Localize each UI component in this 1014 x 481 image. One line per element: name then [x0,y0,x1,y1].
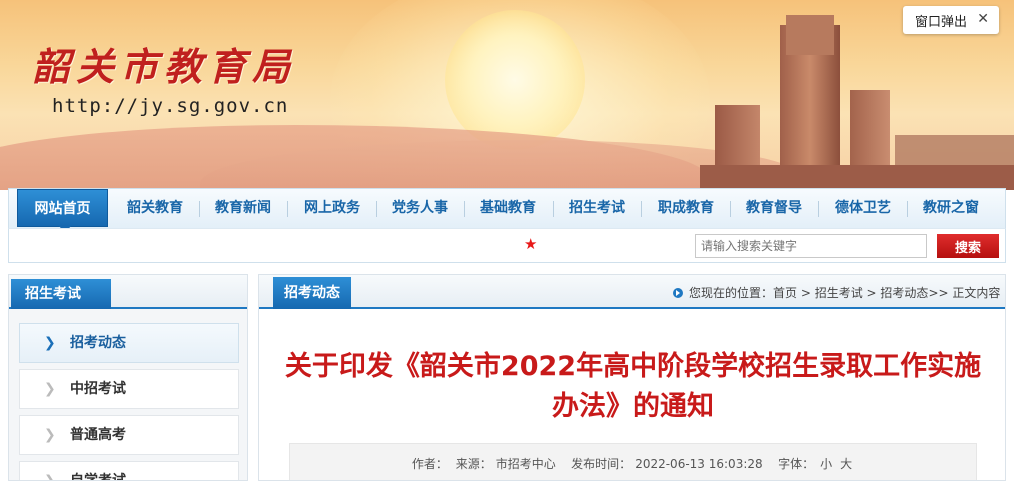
main-content: 招考动态 您现在的位置：首页 > 招生考试 > 招考动态>> 正文内容 关于印发… [258,274,1006,481]
nav-item-education-news[interactable]: 教育新闻 [202,189,284,227]
sidebar-header: 招生考试 [9,275,247,309]
close-icon[interactable]: ✕ [977,11,989,27]
nav-item-research-window[interactable]: 教研之窗 [910,189,992,227]
search-bar: ★ 搜索 [8,228,1006,263]
breadcrumb-prefix: 您现在的位置： [689,286,774,300]
chevron-right-icon: ❯ [44,427,56,443]
date-label: 发布时间： [571,457,632,471]
sidebar-item-label: 自学考试 [70,473,126,481]
search-input[interactable] [695,234,927,258]
nav-item-home[interactable]: 网站首页 [17,189,108,233]
font-large-button[interactable]: 大 [840,457,852,471]
sidebar-item-self-study-exam[interactable]: ❯ 自学考试 [19,461,239,481]
nav-item-admission-exam[interactable]: 招生考试 [556,189,638,227]
sidebar-item-label: 中招考试 [70,381,126,397]
sidebar-title: 招生考试 [11,279,111,309]
nav-item-basic-education[interactable]: 基础教育 [467,189,549,227]
nav-item-party-personnel[interactable]: 党务人事 [379,189,461,227]
nav-item-moral-sports-arts[interactable]: 德体卫艺 [822,189,904,227]
main-tab: 招考动态 [273,277,351,309]
breadcrumb-home-link[interactable]: 首页 [773,286,797,300]
chevron-right-icon: ❯ [44,473,56,481]
sidebar-item-label: 招考动态 [70,335,126,351]
sidebar-item-label: 普通高考 [70,427,126,443]
breadcrumb-news-link[interactable]: 招考动态 [880,286,928,300]
chevron-right-icon: ❯ [44,335,56,351]
main-nav: 网站首页 韶关教育 教育新闻 网上政务 党务人事 基础教育 招生考试 职成教育 … [8,188,1006,233]
sidebar: 招生考试 ❯ 招考动态 ❯ 中招考试 ❯ 普通高考 ❯ 自学考试 [8,274,248,481]
star-icon: ★ [524,235,538,253]
search-button[interactable]: 搜索 [937,234,999,258]
author-label: 作者： [411,457,448,471]
popup-window-button[interactable]: 窗口弹出 ✕ [903,6,999,34]
nav-item-education-supervision[interactable]: 教育督导 [733,189,815,227]
article-meta: 作者： 来源： 市招考中心 发布时间： 2022-06-13 16:03:28 字体… [289,443,977,480]
sidebar-item-high-school-exam[interactable]: ❯ 中招考试 [19,369,239,409]
source-value: 市招考中心 [495,457,556,471]
popup-window-label: 窗口弹出 [915,14,968,30]
nav-item-shaoguan-education[interactable]: 韶关教育 [114,189,196,227]
font-size-label: 字体： [778,457,815,471]
nav-item-vocational-education[interactable]: 职成教育 [645,189,727,227]
nav-item-online-affairs[interactable]: 网上政务 [291,189,373,227]
breadcrumb-admission-link[interactable]: 招生考试 [815,286,863,300]
sidebar-item-admission-news[interactable]: ❯ 招考动态 [19,323,239,363]
chevron-right-icon: ❯ [44,381,56,397]
breadcrumb: 您现在的位置：首页 > 招生考试 > 招考动态>> 正文内容 [673,284,1000,301]
breadcrumb-separator: >> [928,286,953,300]
site-title: 韶关市教育局 [32,44,297,89]
banner-tower-image [700,15,1014,190]
header-banner: 韶关市教育局 http://jy.sg.gov.cn [0,0,1014,190]
source-label: 来源： [455,457,492,471]
breadcrumb-current: 正文内容 [952,286,1001,300]
main-header: 招考动态 您现在的位置：首页 > 招生考试 > 招考动态>> 正文内容 [259,275,1005,309]
breadcrumb-separator: > [797,286,815,300]
article-title: 关于印发《韶关市2022年高中阶段学校招生录取工作实施办法》的通知 [284,351,982,422]
site-url: http://jy.sg.gov.cn [52,95,289,117]
font-small-button[interactable]: 小 [820,457,832,471]
sidebar-item-college-exam[interactable]: ❯ 普通高考 [19,415,239,455]
location-icon [673,288,683,298]
publish-date: 2022-06-13 16:03:28 [635,457,763,471]
breadcrumb-separator: > [862,286,881,300]
